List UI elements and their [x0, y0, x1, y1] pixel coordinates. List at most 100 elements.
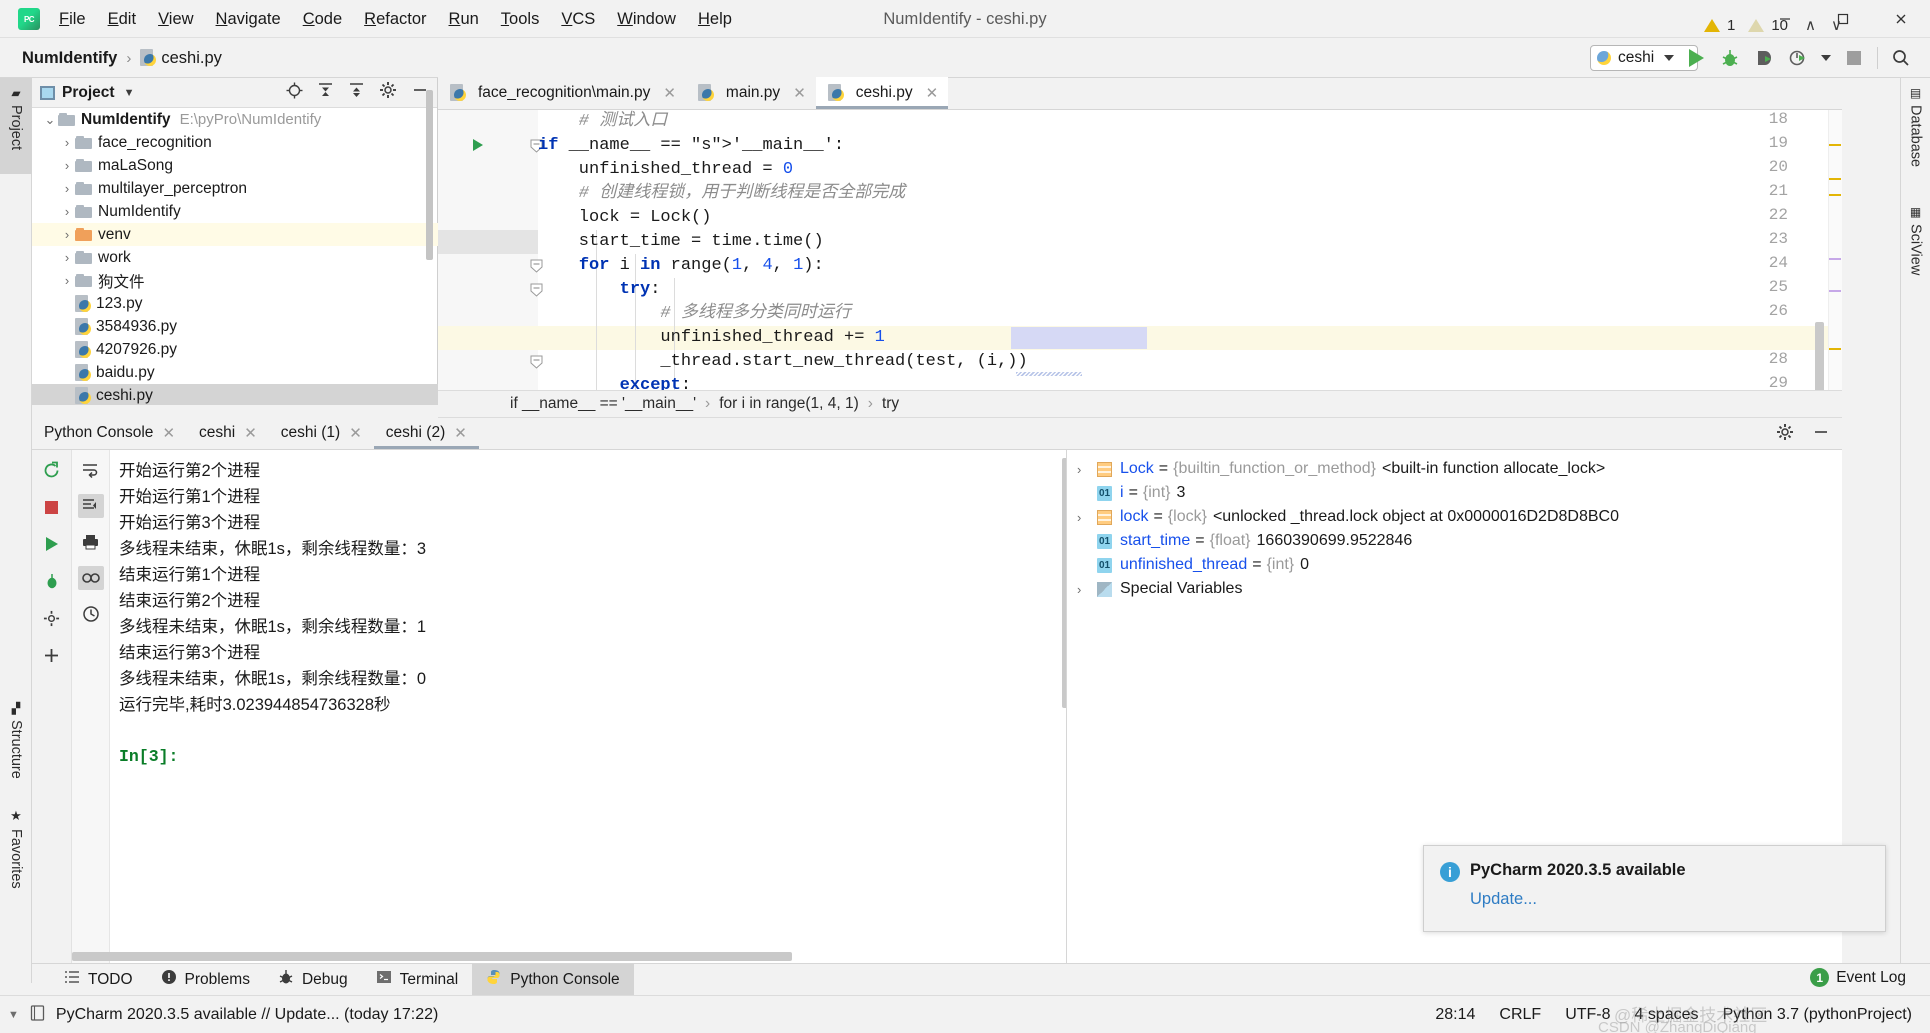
chevron-right-icon[interactable]: › [59, 204, 75, 219]
variable-row-Lock[interactable]: › Lock = {builtin_function_or_method} <built… [1067, 457, 1842, 481]
variable-row-start_time[interactable]: 01 start_time = {float} 1660390699.9522846 [1067, 529, 1842, 553]
chevron-right-icon[interactable]: › [59, 135, 75, 150]
tree-item-4207926py[interactable]: 4207926.py [32, 338, 438, 361]
console-tab-PythonConsole[interactable]: Python Console ✕ [32, 417, 187, 449]
notification-popup[interactable]: i PyCharm 2020.3.5 available Update... [1423, 845, 1886, 932]
sidebar-item-project[interactable]: ▰ Project [0, 78, 32, 174]
tree-item-NumIdentify[interactable]: ⌄ NumIdentify E:\pyPro\NumIdentify [32, 108, 438, 131]
run-console-icon[interactable] [39, 532, 65, 556]
project-panel-scrollbar[interactable] [426, 90, 433, 260]
next-problem-icon[interactable]: ∨ [1831, 16, 1842, 34]
editor-breadcrumb-item[interactable]: try [882, 395, 899, 413]
chevron-right-icon[interactable]: › [1077, 510, 1097, 525]
tree-item-123py[interactable]: 123.py [32, 292, 438, 315]
sidebar-item-structure[interactable]: ▞ Structure [0, 694, 32, 794]
sidebar-item-sciview[interactable]: ▦ SciView [1908, 205, 1924, 275]
settings-icon[interactable] [379, 81, 397, 104]
bottom-tab-Problems[interactable]: Problems [147, 964, 264, 996]
code-line[interactable]: lock = Lock() [538, 206, 712, 230]
soft-wrap-icon[interactable] [78, 458, 104, 482]
code-line[interactable]: # 测试入口 [538, 110, 667, 134]
tree-item-ceshipy[interactable]: ceshi.py [32, 384, 438, 405]
code-line[interactable]: unfinished_thread += 1 [538, 326, 884, 350]
chevron-down-icon[interactable]: ▼ [8, 1009, 19, 1021]
search-everywhere-icon[interactable] [1890, 47, 1912, 69]
chevron-right-icon[interactable]: › [59, 181, 75, 196]
notes-icon[interactable] [29, 1004, 46, 1027]
code-line[interactable]: except: [538, 374, 691, 390]
console-horizontal-scrollbar[interactable] [72, 952, 792, 961]
editor-breadcrumb[interactable]: if __name__ == '__main__' › for i in range… [438, 390, 1842, 418]
menu-item-navigate[interactable]: Navigate [205, 0, 292, 38]
menu-item-refactor[interactable]: Refactor [353, 0, 437, 38]
expand-all-icon[interactable] [348, 82, 365, 104]
stop-console-icon[interactable] [39, 495, 65, 519]
close-icon[interactable]: ✕ [445, 424, 467, 442]
rerun-icon[interactable] [39, 458, 65, 482]
code-line[interactable]: start_time = time.time() [538, 230, 824, 254]
profile-dropdown-icon[interactable] [1821, 55, 1831, 61]
editor-scrollbar[interactable] [1815, 322, 1824, 390]
breadcrumb-file[interactable]: ceshi.py [140, 49, 222, 68]
history-icon[interactable] [78, 602, 104, 626]
chevron-right-icon[interactable]: › [59, 250, 75, 265]
menu-item-tools[interactable]: Tools [490, 0, 551, 38]
inspection-marker[interactable] [1829, 258, 1841, 260]
chevron-right-icon[interactable]: › [1077, 582, 1097, 597]
inspection-marker[interactable] [1829, 194, 1841, 196]
chevron-down-icon[interactable]: ⌄ [42, 112, 58, 128]
tree-item-venv[interactable]: › venv [32, 223, 438, 246]
breadcrumb-project[interactable]: NumIdentify [22, 49, 117, 68]
code-line[interactable]: # 多线程多分类同时运行 [538, 302, 850, 326]
tree-item-multilayer_perceptron[interactable]: › multilayer_perceptron [32, 177, 438, 200]
sidebar-item-database[interactable]: ▤ Database [1908, 86, 1924, 167]
tree-item-face_recognition[interactable]: › face_recognition [32, 131, 438, 154]
indent-setting[interactable]: 4 spaces [1635, 1006, 1699, 1024]
code-line[interactable]: if __name__ == "s">'__main__': [538, 134, 844, 158]
sidebar-item-favorites[interactable]: ★ Favorites [0, 800, 32, 904]
chevron-right-icon[interactable]: › [59, 227, 75, 242]
variable-row-i[interactable]: 01 i = {int} 3 [1067, 481, 1842, 505]
file-encoding[interactable]: UTF-8 [1565, 1006, 1610, 1024]
run-configuration-selector[interactable]: ceshi [1590, 45, 1698, 71]
console-input-prompt[interactable]: In[3]: [119, 744, 1066, 770]
scroll-to-end-icon[interactable] [77, 494, 104, 518]
code-line[interactable]: _thread.start_new_thread(test, (i,)) [538, 350, 1027, 374]
menu-item-vcs[interactable]: VCS [550, 0, 606, 38]
close-icon[interactable]: ✕ [657, 84, 676, 102]
run-icon[interactable] [1685, 47, 1707, 69]
notification-update-link[interactable]: Update... [1470, 890, 1537, 909]
inspection-sidebar[interactable] [1828, 110, 1842, 390]
run-line-marker-icon[interactable] [473, 139, 483, 151]
console-tab-ceshi1[interactable]: ceshi (1) ✕ [269, 417, 374, 449]
inspection-marker[interactable] [1829, 348, 1841, 350]
bottom-tab-TODO[interactable]: TODO [50, 964, 147, 996]
editor-tab-mainpy[interactable]: main.py ✕ [685, 77, 816, 109]
close-icon[interactable]: ✕ [340, 424, 362, 442]
profile-icon[interactable] [1787, 47, 1809, 69]
menu-item-run[interactable]: Run [438, 0, 490, 38]
inspection-marker[interactable] [1829, 178, 1841, 180]
print-icon[interactable] [78, 530, 104, 554]
hide-icon[interactable] [1812, 423, 1830, 446]
tree-item-3584936py[interactable]: 3584936.py [32, 315, 438, 338]
bottom-tab-Debug[interactable]: Debug [264, 964, 362, 996]
bottom-tab-PythonConsole[interactable]: Python Console [472, 963, 634, 996]
editor-tab-face_recognitionmainpy[interactable]: face_recognition\main.py ✕ [438, 77, 686, 109]
debug-console-icon[interactable] [39, 569, 65, 593]
tree-item-maLaSong[interactable]: › maLaSong [32, 154, 438, 177]
previous-problem-icon[interactable]: ∧ [1805, 16, 1816, 34]
line-separator[interactable]: CRLF [1499, 1006, 1541, 1024]
menu-item-help[interactable]: Help [687, 0, 743, 38]
console-settings-icon[interactable] [39, 606, 65, 630]
variable-row-SpecialVariables[interactable]: › Special Variables [1067, 577, 1842, 601]
chevron-right-icon[interactable]: › [59, 158, 75, 173]
code-line[interactable]: unfinished_thread = 0 [538, 158, 793, 182]
tree-item-baidupy[interactable]: baidu.py [32, 361, 438, 384]
console-tab-ceshi2[interactable]: ceshi (2) ✕ [374, 417, 479, 449]
coverage-icon[interactable] [1753, 47, 1775, 69]
menu-item-window[interactable]: Window [606, 0, 687, 38]
code-line[interactable]: for i in range(1, 4, 1): [538, 254, 824, 278]
locate-icon[interactable] [286, 82, 303, 104]
code-line[interactable]: try: [538, 278, 661, 302]
